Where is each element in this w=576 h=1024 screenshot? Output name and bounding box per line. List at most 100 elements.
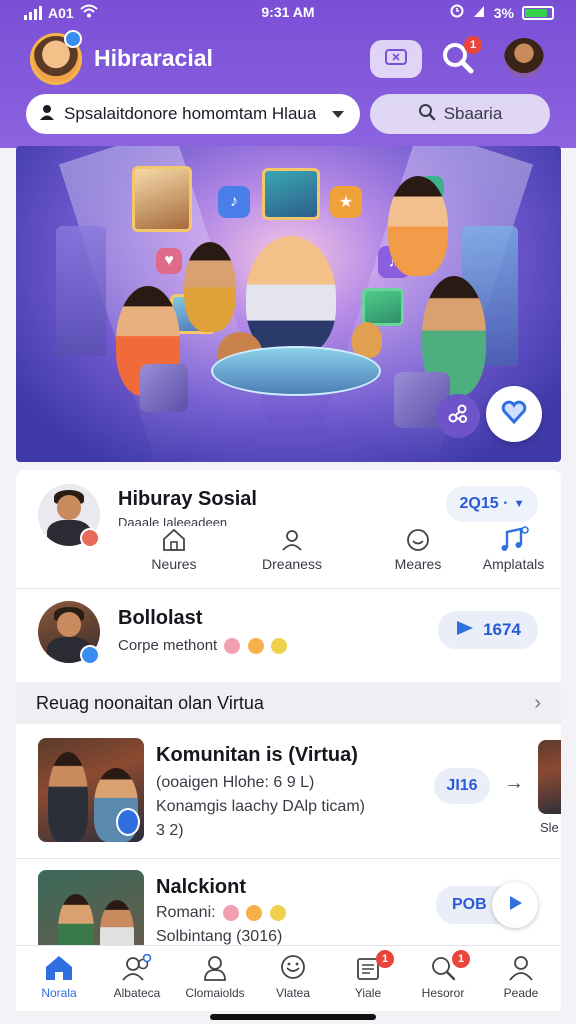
nav-clomaiolds[interactable]: Clomaiolds <box>176 952 254 1000</box>
nav-yiale[interactable]: 1 Yiale <box>332 950 404 1000</box>
play-count: 1674 <box>483 620 521 639</box>
share-button[interactable] <box>436 394 480 438</box>
post-subtitle: Corpe methont <box>118 637 287 655</box>
heart-icon: ♥ <box>156 248 182 274</box>
smile-icon <box>405 527 431 556</box>
people-icon <box>121 953 153 985</box>
item-pill[interactable]: JI16 <box>434 768 490 804</box>
item-line: 3 2) <box>156 822 184 839</box>
item-line: Konamgis laachy DAlp ticam) <box>156 798 365 815</box>
emoji-icon <box>224 638 241 655</box>
profile-avatar[interactable] <box>504 38 544 78</box>
tab-label: Dreaness <box>262 556 322 572</box>
tab-meares[interactable]: Meares <box>368 526 468 572</box>
tab-dreaness[interactable]: Dreaness <box>242 526 342 572</box>
cellular-icon <box>472 4 486 21</box>
profile-subtitle: Daaale Ialeeadeen <box>118 515 228 526</box>
nav-vlatea[interactable]: Vlatea <box>254 952 332 1000</box>
app-title: Hibraracial <box>94 45 213 71</box>
home-indicator[interactable] <box>210 1014 376 1020</box>
item-line-text: Romani: <box>156 904 216 921</box>
game-table <box>211 346 381 396</box>
nav-label: Hesoror <box>421 986 465 1000</box>
post-row[interactable]: Bollolast Corpe methont 1674 <box>16 589 561 681</box>
nav-label: Vlatea <box>275 986 311 1000</box>
item-line: Solbintang (3016) <box>156 928 283 945</box>
battery-icon <box>522 5 554 20</box>
avatar-badge <box>80 528 100 548</box>
nav-label: Yiale <box>354 986 382 1000</box>
section-title: Reuag noonaitan olan Virtua <box>36 692 264 713</box>
tab-amplatals[interactable]: Amplatals <box>466 525 561 572</box>
post-name: Bollolast <box>118 607 203 629</box>
star-icon: ★ <box>330 186 362 218</box>
dropdown-value: Spsalaitdonore homomtam Hlaua <box>64 104 317 123</box>
nav-badge: 1 <box>376 950 394 968</box>
next-thumbnail[interactable] <box>538 740 561 814</box>
nav-label: Clomaiolds <box>185 986 245 1000</box>
community-item[interactable]: Nalckiont Romani: Solbintang (3016) POB <box>16 858 561 945</box>
music-note-icon: ♪ <box>218 186 250 218</box>
followers-count: 2Q15 ∙ <box>459 495 508 512</box>
nav-peade[interactable]: Peade <box>482 952 560 1000</box>
emoji-icon <box>270 638 287 655</box>
music-card <box>362 288 404 326</box>
profile-name: Hiburay Sosial <box>118 488 257 510</box>
play-count-pill[interactable]: 1674 <box>438 611 538 649</box>
community-thumbnail[interactable] <box>38 738 144 842</box>
search-button[interactable]: 1 <box>436 36 482 82</box>
status-bar: A01 9:31 AM 3% <box>0 0 576 26</box>
community-thumbnail[interactable] <box>38 870 144 945</box>
person-icon <box>201 954 229 985</box>
profile-icon <box>507 954 535 985</box>
community-item[interactable]: Komunitan is (Virtua) (ooaigen Hlohe: 6 … <box>16 724 561 858</box>
chevron-down-icon: ▼ <box>513 498 525 510</box>
avatar-badge <box>80 645 100 665</box>
search-field[interactable]: Sbaaria <box>370 94 550 134</box>
chat-icon <box>278 954 308 985</box>
item-title: Komunitan is (Virtua) <box>156 744 358 766</box>
followers-pill[interactable]: 2Q15 ∙ ▼ <box>446 486 538 522</box>
item-line: (ooaigen Hlohe: 6 9 L) <box>156 774 315 791</box>
battery-percent: 3% <box>493 4 514 21</box>
play-icon <box>455 620 475 641</box>
favorite-button[interactable] <box>486 386 542 442</box>
item-title: Nalckiont <box>156 876 247 898</box>
alarm-icon <box>450 4 464 21</box>
nav-albateca[interactable]: Albateca <box>98 952 176 1000</box>
chevron-right-icon: › <box>534 692 541 714</box>
feed-card: Hiburay Sosial Daaale Ialeeadeen 2Q15 ∙ … <box>16 470 561 945</box>
badge-icon <box>116 808 140 836</box>
play-icon <box>506 894 524 917</box>
next-label: Sle <box>540 820 559 835</box>
item-line: Romani: <box>156 904 286 922</box>
tab-label: Amplatals <box>482 556 545 572</box>
arrow-right-icon[interactable]: → <box>504 772 524 795</box>
cast-icon <box>384 47 408 72</box>
emoji-icon <box>223 904 240 921</box>
search-badge: 1 <box>464 36 482 54</box>
avatar-badge <box>64 30 82 48</box>
share-icon <box>447 403 469 430</box>
play-button[interactable] <box>492 882 538 928</box>
nav-hesoror[interactable]: 1 Hesoror <box>404 950 482 1000</box>
community-dropdown[interactable]: Spsalaitdonore homomtam Hlaua <box>26 94 360 134</box>
top-header: A01 9:31 AM 3% Hibraracial 1 Spsalaitdon… <box>0 0 576 148</box>
cast-button[interactable] <box>370 40 422 78</box>
home-icon <box>44 954 74 985</box>
photo-card <box>132 166 192 232</box>
bottom-navigation: Norala Albateca Clomaiolds Vlatea 1 Yial… <box>16 945 561 1011</box>
emoji-icon <box>269 904 286 921</box>
heart-icon <box>500 398 528 431</box>
nav-badge: 1 <box>452 950 470 968</box>
pillar-left <box>56 226 106 356</box>
profile-row: Hiburay Sosial Daaale Ialeeadeen 2Q15 ∙ … <box>16 470 561 588</box>
post-subtitle-text: Corpe methont <box>118 637 218 654</box>
center-character <box>246 236 336 356</box>
profile-tabs: Neures Dreaness Meares Amplatals <box>116 525 561 586</box>
nav-home[interactable]: Norala <box>20 952 98 1000</box>
section-header[interactable]: Reuag noonaitan olan Virtua › <box>16 682 561 724</box>
game-cube <box>140 364 188 412</box>
emoji-icon <box>247 638 264 655</box>
tab-neures[interactable]: Neures <box>124 526 224 572</box>
